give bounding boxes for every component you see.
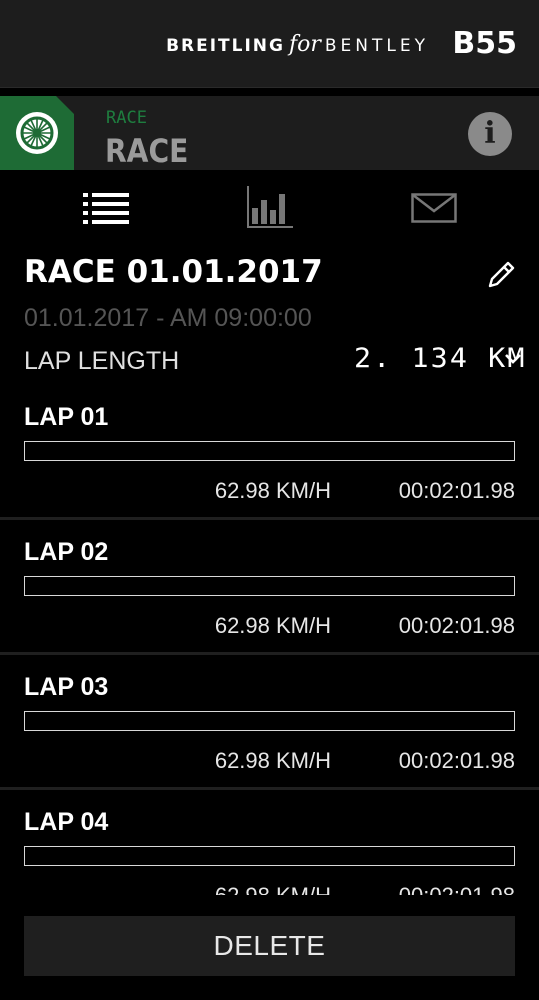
- mode-small-label: RACE: [106, 108, 147, 128]
- mode-tab[interactable]: [0, 96, 74, 170]
- lap-time: 00:02:01.98: [399, 883, 515, 895]
- brand-name: BREITLING: [166, 36, 285, 56]
- mode-title: RACE: [105, 132, 189, 170]
- lap-speed: 62.98 KM/H: [214, 478, 331, 503]
- app-header: BREITLING for BENTLEY B55: [0, 0, 539, 88]
- lap-name: LAP 03: [24, 673, 109, 701]
- mode-bar: [0, 96, 539, 170]
- lap-progress-bar: [24, 441, 515, 461]
- tab-list[interactable]: [66, 180, 146, 236]
- edit-button[interactable]: [484, 258, 518, 292]
- pencil-icon: [488, 261, 515, 288]
- steering-wheel-icon: [16, 112, 58, 154]
- lap-time: 00:02:01.98: [398, 613, 515, 638]
- lap-progress-bar: [24, 711, 515, 731]
- lap-name: LAP 04: [24, 808, 109, 836]
- view-tabs: [0, 180, 539, 240]
- brand-for: for: [288, 32, 321, 57]
- lap-name: LAP 02: [24, 538, 109, 566]
- brand-logo: BREITLING for BENTLEY: [166, 32, 429, 57]
- lap-time: 00:02:01.98: [398, 748, 515, 773]
- lap-speed: 62.98 KM/H: [214, 748, 331, 773]
- race-title: RACE 01.01.2017: [24, 254, 323, 290]
- info-button[interactable]: i: [468, 112, 512, 156]
- delete-button[interactable]: DELETE: [24, 916, 515, 976]
- chevron-down-icon[interactable]: [503, 349, 523, 369]
- lap-length-value[interactable]: 2. 134 KM: [354, 343, 527, 374]
- lap-progress-bar: [24, 576, 515, 596]
- mail-icon: [411, 193, 457, 223]
- lap-speed: 62.98 KM/H: [215, 883, 331, 895]
- watch-model: B55: [452, 26, 517, 61]
- list-icon: [83, 193, 129, 224]
- brand-partner: BENTLEY: [324, 36, 429, 56]
- lap-row[interactable]: LAP 03 62.98 KM/H 00:02:01.98: [0, 655, 539, 790]
- lap-length-label: LAP LENGTH: [24, 347, 180, 375]
- lap-row[interactable]: LAP 04 62.98 KM/H 00:02:01.98: [0, 790, 539, 895]
- tab-chart[interactable]: [230, 180, 310, 236]
- race-datetime: 01.01.2017 - AM 09:00:00: [24, 304, 312, 332]
- lap-row[interactable]: LAP 02 62.98 KM/H 00:02:01.98: [0, 520, 539, 655]
- lap-speed: 62.98 KM/H: [214, 613, 331, 638]
- tab-mail[interactable]: [394, 180, 474, 236]
- lap-name: LAP 01: [24, 403, 109, 431]
- lap-row[interactable]: LAP 01 62.98 KM/H 00:02:01.98: [0, 385, 539, 520]
- lap-progress-bar: [24, 846, 515, 866]
- bar-chart-icon: [247, 186, 293, 228]
- lap-list[interactable]: LAP 01 62.98 KM/H 00:02:01.98 LAP 02 62.98 K…: [0, 385, 539, 895]
- lap-time: 00:02:01.98: [398, 478, 515, 503]
